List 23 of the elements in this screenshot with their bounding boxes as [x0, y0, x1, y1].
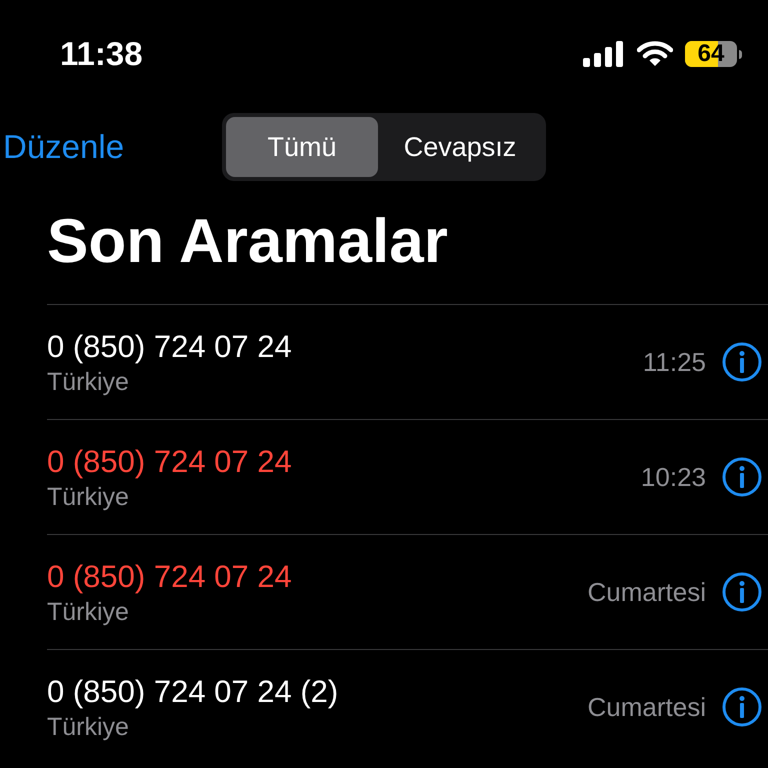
call-location: Türkiye: [47, 712, 130, 742]
segment-tab[interactable]: Cevapsız: [378, 117, 542, 177]
info-icon[interactable]: [722, 342, 762, 382]
edit-button[interactable]: Düzenle: [0, 122, 222, 172]
call-location: Türkiye: [47, 597, 130, 627]
call-location: Türkiye: [47, 482, 130, 512]
call-time: 10:23: [640, 460, 706, 494]
info-icon[interactable]: [722, 687, 762, 727]
call-time: Cumartesi: [588, 576, 706, 608]
segment-tab[interactable]: Tümü: [226, 117, 378, 177]
wifi-icon: [637, 41, 673, 67]
page-title: Son Aramalar: [46, 206, 449, 278]
phone-number: 0 (850) 724 07 24: [47, 443, 293, 481]
call-location: Türkiye: [47, 367, 130, 397]
signal-icon: [583, 41, 625, 67]
phone-number: 0 (850) 724 07 24: [47, 558, 293, 596]
phone-number: 0 (850) 724 07 24 (2): [47, 673, 340, 711]
clock-time: 11:38: [60, 34, 143, 74]
call-time: Cumartesi: [588, 690, 706, 724]
phone-number: 0 (850) 724 07 24: [47, 328, 293, 366]
info-icon[interactable]: [722, 572, 762, 612]
call-time: 11:25: [642, 346, 706, 378]
info-icon[interactable]: [722, 457, 762, 497]
